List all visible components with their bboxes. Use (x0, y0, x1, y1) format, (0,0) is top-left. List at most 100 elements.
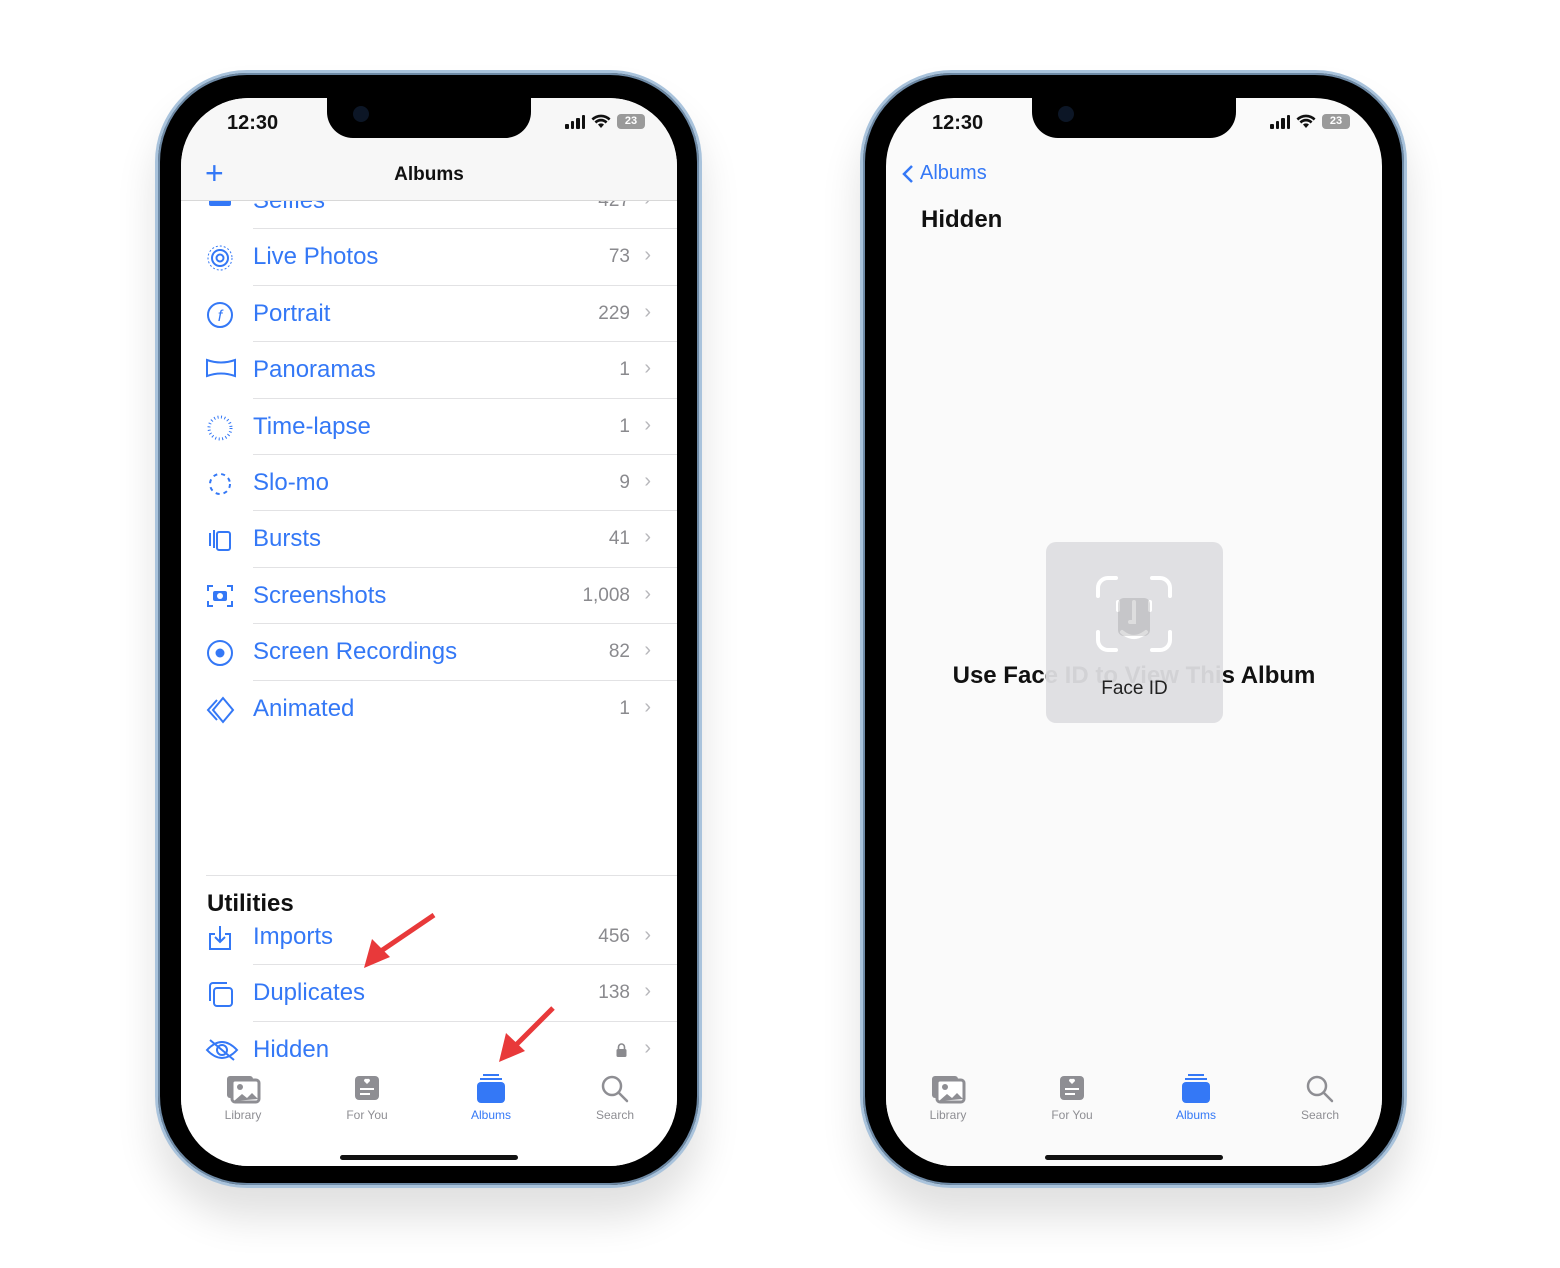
tab-label: Search (595, 1108, 635, 1122)
back-button[interactable]: Albums (902, 162, 987, 185)
svg-text:f: f (218, 308, 224, 325)
album-count: 427 (598, 201, 630, 212)
record-icon (205, 639, 235, 667)
faceid-dialog: Face ID (1046, 542, 1223, 723)
album-label: Panoramas (253, 356, 376, 384)
camera (1058, 106, 1074, 122)
chevron-right-icon: › (644, 300, 651, 323)
import-icon (205, 924, 235, 950)
chevron-right-icon: › (644, 469, 651, 492)
tab-albums[interactable]: Albums (1146, 1066, 1246, 1122)
chevron-right-icon: › (644, 244, 651, 267)
faceid-icon (1096, 576, 1172, 652)
album-row-live-photos[interactable]: Live Photos 73 › (181, 229, 677, 286)
wifi-icon (591, 114, 611, 128)
album-label: Screen Recordings (253, 638, 458, 666)
album-label: Hidden (253, 1035, 330, 1063)
live-photo-icon (205, 244, 235, 271)
tab-albums[interactable]: Albums (441, 1066, 541, 1122)
hidden-screen: 12:30 23 Albums Hidden Use Face ID to Vi… (886, 98, 1382, 1166)
tab-for-you[interactable]: For You (317, 1066, 417, 1122)
for-you-icon (317, 1074, 417, 1104)
tab-label: For You (1051, 1108, 1093, 1122)
phone-right: 12:30 23 Albums Hidden Use Face ID to Vi… (860, 70, 1407, 1188)
person-crop-icon (205, 201, 235, 214)
album-count: 456 (598, 926, 630, 947)
album-count: 41 (608, 528, 630, 550)
lock-icon (616, 1043, 627, 1057)
tab-search[interactable]: Search (565, 1066, 665, 1122)
tab-label: Albums (470, 1108, 511, 1122)
search-icon (565, 1074, 665, 1104)
red-arrow-albums-tab (499, 1006, 555, 1062)
album-row-time-lapse[interactable]: Time-lapse 1 › (181, 399, 677, 455)
album-count: 1 (619, 359, 630, 381)
chevron-right-icon: › (644, 582, 651, 605)
album-count: 73 (608, 246, 630, 268)
chevron-right-icon: › (644, 924, 651, 946)
photo-library-icon (898, 1074, 998, 1104)
album-row-slo-mo[interactable]: Slo-mo 9 › (181, 455, 677, 512)
timelapse-icon (205, 414, 235, 441)
album-count: 82 (608, 641, 630, 663)
battery-icon: 23 (1322, 114, 1350, 129)
tab-search[interactable]: Search (1270, 1066, 1370, 1122)
tab-label: Library (224, 1108, 262, 1122)
portrait-f-icon: f (205, 301, 235, 328)
album-row-panoramas[interactable]: Panoramas 1 › (181, 342, 677, 399)
album-label: Duplicates (253, 979, 366, 1007)
album-label: Bursts (253, 525, 322, 553)
notch (1032, 98, 1236, 138)
screenshot-icon (205, 583, 235, 609)
album-label: Portrait (253, 299, 331, 327)
tab-for-you[interactable]: For You (1022, 1066, 1122, 1122)
album-row-screen-recordings[interactable]: Screen Recordings 82 › (181, 624, 677, 681)
album-row-portrait[interactable]: f Portrait 229 › (181, 286, 677, 343)
tab-label: For You (346, 1108, 388, 1122)
tab-library[interactable]: Library (193, 1066, 293, 1122)
panorama-icon (205, 357, 236, 383)
album-row-bursts[interactable]: Bursts 41 › (181, 511, 677, 568)
album-count: 1 (619, 697, 630, 719)
album-label: Selfies (253, 201, 325, 215)
divider (206, 875, 677, 876)
album-count: 229 (598, 302, 630, 324)
chevron-right-icon: › (644, 357, 651, 380)
for-you-icon (1022, 1074, 1122, 1104)
chevron-right-icon: › (644, 695, 651, 718)
photo-library-icon (193, 1074, 293, 1104)
tab-label: Albums (1175, 1108, 1216, 1122)
signal-icon (1270, 114, 1290, 129)
album-count: 138 (598, 982, 630, 1004)
albums-icon (441, 1074, 541, 1104)
tab-label: Library (929, 1108, 967, 1122)
animated-icon (205, 695, 235, 724)
red-arrow-hidden (364, 913, 436, 968)
album-count: 1,008 (582, 584, 630, 606)
album-label: Screenshots (253, 581, 387, 609)
status-time: 12:30 (227, 112, 279, 134)
album-row-animated[interactable]: Animated 1 › (181, 681, 677, 737)
chevron-right-icon: › (644, 639, 651, 662)
chevron-right-icon: › (644, 980, 651, 1003)
eye-slash-icon (205, 1037, 239, 1063)
album-label: Animated (253, 694, 355, 722)
album-count: 1 (619, 415, 630, 437)
signal-icon (565, 114, 585, 129)
phone-left: 12:30 23 + Albums Selfies 427 › Live Pho… (155, 70, 702, 1188)
camera (353, 106, 369, 122)
album-row-screenshots[interactable]: Screenshots 1,008 › (181, 568, 677, 625)
tab-label: Search (1300, 1108, 1340, 1122)
tab-bar: Library For You Albums Search (886, 1066, 1382, 1166)
album-row-duplicates[interactable]: Duplicates 138 › (181, 965, 677, 1022)
page-title: Albums (394, 164, 464, 185)
faceid-label: Face ID (1101, 678, 1168, 699)
tab-library[interactable]: Library (898, 1066, 998, 1122)
album-label: Slo-mo (253, 468, 330, 496)
album-row-selfies[interactable]: Selfies 427 › (181, 201, 677, 230)
media-types-section: Selfies 427 › Live Photos 73 › f Portrai… (181, 201, 677, 737)
album-label: Live Photos (253, 243, 379, 271)
chevron-right-icon: › (644, 201, 651, 211)
album-label: Imports (253, 923, 334, 950)
albums-screen: 12:30 23 + Albums Selfies 427 › Live Pho… (181, 98, 677, 1166)
